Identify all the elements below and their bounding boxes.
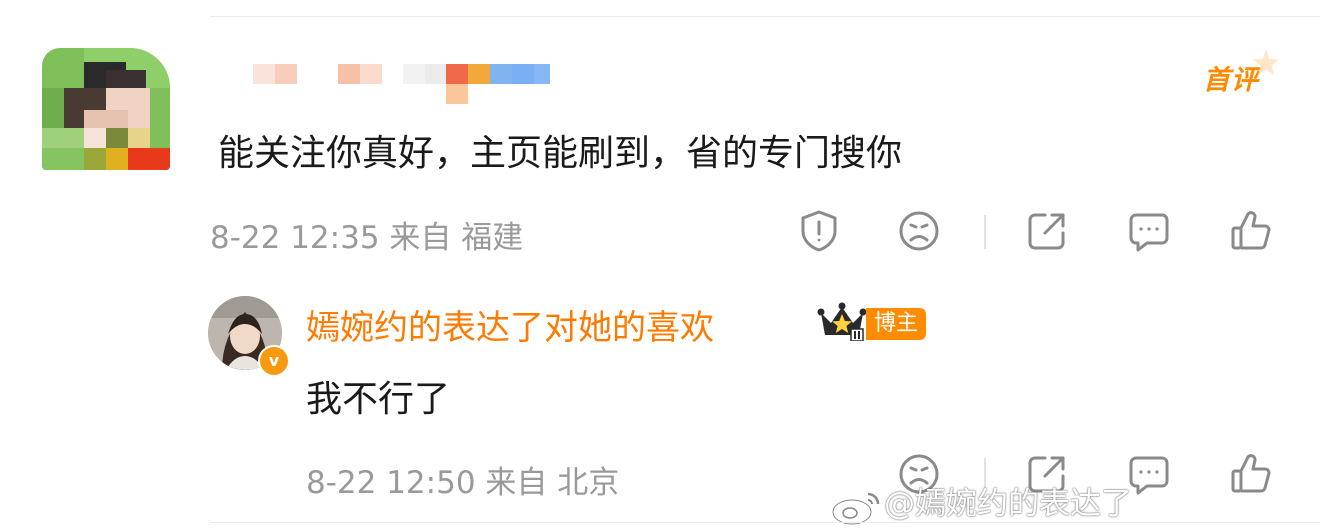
blogger-tag: 博主 [866,308,927,340]
watermark-text: @嫣婉约的表达了 [884,486,1132,522]
report-icon[interactable] [797,209,841,253]
top-divider [210,16,1320,17]
comment-icon[interactable] [1127,209,1171,253]
comment-location: 福建 [461,220,524,256]
star-icon [1253,50,1279,75]
comment-text: 能关注你真好，主页能刷到，省的专门搜你 [218,133,903,174]
reply-username[interactable]: 嫣婉约的表达了对她的喜欢 [306,300,714,349]
redacted-username[interactable] [250,62,550,106]
commenter-avatar[interactable] [42,48,170,170]
weibo-logo-icon [831,492,880,525]
bottom-divider [210,522,1320,523]
verified-badge: v [258,345,290,377]
dislike-icon[interactable] [897,209,941,253]
reply-text: 我不行了 [306,379,451,420]
action-separator [984,215,986,249]
comment-date: 8-22 12:35 [210,220,380,256]
reply-from-label: 来自 [485,465,548,501]
comment-from-label: 来自 [389,220,452,256]
comment-meta: 8-22 12:35 来自 福建 [210,212,523,257]
reply-meta: 8-22 12:50 来自 北京 [306,457,619,502]
like-icon[interactable] [1229,209,1273,253]
share-icon[interactable] [1025,209,1069,253]
comment-icon[interactable] [1127,452,1171,496]
reply-location: 北京 [557,465,620,501]
crown-icon [817,302,867,341]
like-icon[interactable] [1229,452,1273,496]
weibo-watermark: @嫣婉约的表达了 [830,478,1132,525]
reply-date: 8-22 12:50 [306,465,476,501]
